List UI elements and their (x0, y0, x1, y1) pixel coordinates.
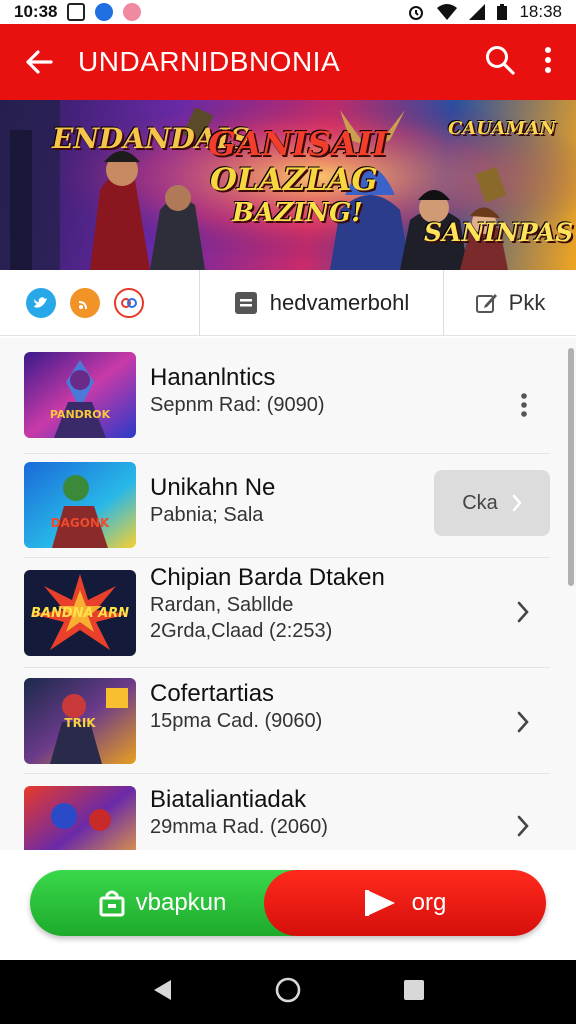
game-thumbnail: BANDNA ARN (24, 570, 136, 656)
signal-icon (469, 4, 486, 20)
alarm-icon (409, 6, 424, 20)
item-action-button[interactable]: Cka (434, 470, 550, 536)
chevron-right-icon (517, 601, 529, 623)
item-subtitle: Sepnm Rad: (9090) (150, 394, 325, 416)
wifi-icon (437, 4, 458, 20)
nav-home-button[interactable] (274, 976, 302, 1009)
share-center-label: hedvamerbohl (269, 289, 410, 315)
chevron-right-icon (517, 711, 529, 733)
search-icon (486, 45, 515, 75)
twitter-icon (34, 296, 47, 308)
item-subtitle: Rardan, Sabllde (150, 594, 294, 616)
more-vert-icon (545, 46, 551, 73)
link-share-button[interactable] (114, 287, 144, 318)
hero-center-line1: GANISAII (208, 124, 388, 163)
hero-center-line2: OLAZLAG (210, 162, 378, 198)
list-item[interactable]: TRIK Cofertartias 15pma Cad. (9060) (24, 668, 550, 774)
list-item[interactable]: DAGONK Unikahn Ne Pabnia; Sala Cka (24, 454, 550, 558)
thumb-label: TRIK (64, 716, 96, 730)
game-thumbnail: PANDROK (24, 352, 136, 438)
game-thumbnail (24, 786, 136, 850)
back-triangle-icon (153, 979, 171, 1000)
secondary-cta-button[interactable]: org (264, 870, 546, 936)
cta-bar: vbapkun org (0, 850, 576, 960)
item-action-label: Cka (462, 491, 498, 514)
status-time: 10:38 (14, 2, 58, 21)
chevron-right-icon (517, 815, 529, 837)
status-clock: 18:38 (519, 2, 562, 21)
item-title: Cofertartias (150, 680, 275, 707)
list-scrollbar[interactable] (568, 348, 574, 586)
thumb-label: DAGONK (50, 516, 110, 530)
document-icon (234, 291, 257, 314)
item-chevron-button[interactable] (516, 600, 530, 624)
gallery-notification-icon (67, 3, 86, 21)
item-subtitle: 15pma Cad. (9060) (150, 710, 323, 732)
app-bar: UNDARNIDBNONIA (0, 24, 576, 100)
hero-banner[interactable]: ENDANDAIS GANISAII OLAZLAG BAZING! CAUAM… (0, 100, 576, 270)
list-item[interactable]: PANDROK Hananlntics Sepnm Rad: (9090) (24, 352, 550, 454)
back-button[interactable] (0, 24, 78, 100)
thumb-label: BANDNA ARN (30, 606, 130, 621)
hero-right-bottom: SANINPAS (424, 218, 574, 247)
twitter-share-button[interactable] (26, 287, 56, 318)
list-item[interactable]: BANDNA ARN Chipian Barda Dtaken Rardan, … (24, 558, 550, 668)
thumb-label: PANDROK (49, 408, 111, 421)
rss-icon (78, 300, 87, 309)
play-flag-icon (364, 890, 395, 916)
share-icons-group (0, 269, 200, 336)
item-title: Hananlntics (150, 364, 276, 391)
item-meta: 2Grda,Claad (2:253) (150, 620, 333, 642)
recents-square-icon (404, 979, 425, 1000)
link-icon (121, 297, 137, 308)
primary-cta-label: vbapkun (135, 889, 227, 916)
cta-group: vbapkun org (30, 870, 546, 936)
item-title: Chipian Barda Dtaken (150, 564, 385, 591)
game-list: PANDROK Hananlntics Sepnm Rad: (9090) DA… (0, 338, 576, 850)
share-row: hedvamerbohl Pkk (0, 269, 576, 336)
app-title: UNDARNIDBNONIA (78, 46, 341, 77)
shield-notification-icon (95, 3, 114, 21)
item-subtitle: 29mma Rad. (2060) (150, 816, 328, 838)
more-options-button[interactable] (544, 46, 552, 79)
secondary-cta-label: org (411, 889, 447, 916)
status-bar: 10:38 18:38 (0, 0, 576, 24)
game-thumbnail: TRIK (24, 678, 136, 764)
battery-icon (497, 4, 508, 20)
item-chevron-button[interactable] (516, 814, 530, 838)
share-right-tab[interactable]: Pkk (444, 270, 576, 336)
hero-right-top: CAUAMAN (448, 118, 556, 139)
game-thumbnail: DAGONK (24, 462, 136, 548)
nav-back-button[interactable] (151, 978, 173, 1007)
arrow-left-icon (26, 50, 53, 74)
shopping-bag-icon (99, 890, 125, 917)
system-nav-bar (0, 960, 576, 1024)
list-item[interactable]: Biataliantiadak 29mma Rad. (2060) (24, 774, 550, 850)
hero-center-line3: BAZING! (232, 198, 363, 228)
more-vert-icon (521, 393, 527, 417)
chevron-right-icon (512, 494, 522, 512)
edit-icon (475, 293, 497, 313)
rss-share-button[interactable] (70, 287, 100, 318)
primary-cta-button[interactable]: vbapkun (30, 870, 294, 936)
nav-recents-button[interactable] (403, 979, 425, 1006)
share-center-tab[interactable]: hedvamerbohl (200, 269, 444, 336)
search-button[interactable] (484, 44, 516, 81)
share-right-label: Pkk (508, 289, 546, 315)
item-more-button[interactable] (520, 392, 528, 418)
app-notification-icon (123, 3, 142, 21)
item-chevron-button[interactable] (516, 710, 530, 734)
home-circle-icon (275, 977, 301, 1002)
item-title: Biataliantiadak (150, 786, 307, 813)
